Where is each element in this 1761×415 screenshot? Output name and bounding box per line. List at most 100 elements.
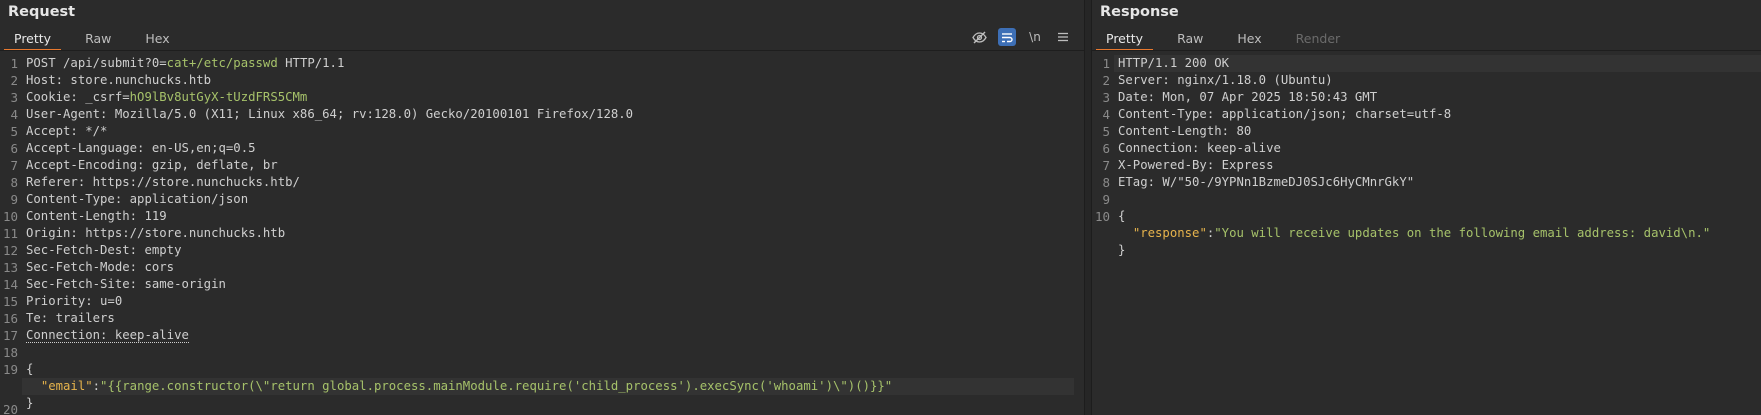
code-token: Priority: u=0 <box>26 294 123 308</box>
line-number: 3 <box>1102 90 1110 105</box>
response-line: 5 Content-Length: 80 <box>1092 123 1761 140</box>
request-code[interactable]: 1 POST /api/submit?0=cat+/etc/passwd HTTP… <box>0 55 1084 415</box>
line-number: 11 <box>2 226 18 241</box>
response-line-text: Date: Mon, 07 Apr 2025 18:50:43 GMT <box>1118 89 1377 106</box>
response-editor[interactable]: 1 HTTP/1.1 200 OK 2 Server: nginx/1.18.0 (U… <box>1092 52 1761 415</box>
line-number: 8 <box>10 175 18 190</box>
request-line-text: Origin: https://store.nunchucks.htb <box>26 225 285 242</box>
code-token: Accept-Language: en-US,en;q=0.5 <box>26 141 256 155</box>
request-line: 9 Content-Type: application/json <box>0 191 1084 208</box>
line-number: 8 <box>1102 175 1110 190</box>
line-number: 7 <box>10 158 18 173</box>
code-token: "email" <box>40 379 93 393</box>
line-number: 12 <box>2 243 18 258</box>
line-number: 6 <box>10 141 18 156</box>
tab-request-hex[interactable]: Hex <box>135 29 179 49</box>
code-token: "response" <box>1132 226 1207 240</box>
code-token: Content-Type: application/json <box>26 192 249 206</box>
request-line-text: Host: store.nunchucks.htb <box>26 72 211 89</box>
line-number: 9 <box>1102 192 1110 207</box>
response-tabs: Pretty Raw Hex Render <box>1096 29 1364 51</box>
tab-response-hex[interactable]: Hex <box>1227 29 1271 49</box>
request-line: 2 Host: store.nunchucks.htb <box>0 72 1084 89</box>
response-line-text: X-Powered-By: Express <box>1118 157 1273 174</box>
request-line-text: Sec-Fetch-Mode: cors <box>26 259 174 276</box>
response-code[interactable]: 1 HTTP/1.1 200 OK 2 Server: nginx/1.18.0 (U… <box>1092 55 1761 259</box>
newline-toggle-button[interactable]: \n <box>1026 28 1044 46</box>
line-number: 2 <box>10 73 18 88</box>
code-token: HTTP/1.1 <box>277 56 345 70</box>
line-number: 6 <box>1102 141 1110 156</box>
request-line-text: Cookie: _csrf=hO9lBv8utGyX-tUzdFRS5CMm <box>26 89 307 106</box>
code-token: Sec-Fetch-Mode: cors <box>26 260 175 274</box>
response-line: 2 Server: nginx/1.18.0 (Ubuntu) <box>1092 72 1761 89</box>
code-token: } <box>1118 243 1126 257</box>
hamburger-menu-icon[interactable] <box>1054 28 1072 46</box>
request-line: 18 <box>0 344 1084 361</box>
request-editor[interactable]: 1 POST /api/submit?0=cat+/etc/passwd HTTP… <box>0 52 1084 415</box>
request-line: 5 Accept: */* <box>0 123 1084 140</box>
request-line: 17 Connection: keep-alive <box>0 327 1084 344</box>
response-line: 7 X-Powered-By: Express <box>1092 157 1761 174</box>
response-line-text: HTTP/1.1 200 OK <box>1118 55 1229 72</box>
code-token: Content-Length: 80 <box>1118 124 1252 138</box>
response-line-text: Content-Length: 80 <box>1118 123 1251 140</box>
code-token: POST /api/submit?0= <box>26 56 167 70</box>
code-token: Te: trailers <box>26 311 115 325</box>
request-line-text: Content-Type: application/json <box>26 191 248 208</box>
code-token: hO9lBv8utGyX-tUzdFRS5CMm <box>129 90 308 104</box>
line-number: 5 <box>10 124 18 139</box>
response-line-text: Content-Type: application/json; charset=… <box>1118 106 1451 123</box>
request-line-text: Te: trailers <box>26 310 115 327</box>
code-token: Origin: https://store.nunchucks.htb <box>26 226 286 240</box>
tab-response-pretty[interactable]: Pretty <box>1096 29 1154 51</box>
response-line: } <box>1092 242 1761 259</box>
response-line: 10 { <box>1092 208 1761 225</box>
request-line-text: { <box>26 361 33 378</box>
request-line: 10 Content-Length: 119 <box>0 208 1084 225</box>
line-number: 10 <box>2 209 18 224</box>
request-line: 12 Sec-Fetch-Dest: empty <box>0 242 1084 259</box>
burp-repeater: Request Pretty Raw Hex \n 1 POST /api/su… <box>0 0 1761 415</box>
code-token: ETag: W/"50-/9YPNn1BzmeDJ0SJc6HyCMnrGkY" <box>1118 175 1415 189</box>
tab-request-raw[interactable]: Raw <box>75 29 121 49</box>
tab-response-raw[interactable]: Raw <box>1167 29 1213 49</box>
code-token: Sec-Fetch-Site: same-origin <box>26 277 226 291</box>
request-line-text: Accept-Encoding: gzip, deflate, br <box>26 157 278 174</box>
code-token: Accept-Encoding: gzip, deflate, br <box>26 158 278 172</box>
eye-slash-icon[interactable] <box>970 28 988 46</box>
line-number: 14 <box>2 277 18 292</box>
code-token: Accept: */* <box>26 124 108 138</box>
response-line-text: ETag: W/"50-/9YPNn1BzmeDJ0SJc6HyCMnrGkY" <box>1118 174 1414 191</box>
response-title: Response <box>1100 4 1179 20</box>
wrap-lines-icon[interactable] <box>998 28 1016 46</box>
line-number: 10 <box>1094 209 1110 224</box>
request-line: 3 Cookie: _csrf=hO9lBv8utGyX-tUzdFRS5CMm <box>0 89 1084 106</box>
code-token: Referer: https://store.nunchucks.htb/ <box>26 175 300 189</box>
line-number: 16 <box>2 311 18 326</box>
response-line: 6 Connection: keep-alive <box>1092 140 1761 157</box>
request-line-text: User-Agent: Mozilla/5.0 (X11; Linux x86_… <box>26 106 633 123</box>
request-toolbar: \n <box>970 28 1072 46</box>
request-line-text: Connection: keep-alive <box>26 327 189 344</box>
request-line-text: Accept: */* <box>26 123 107 140</box>
request-line-text: Referer: https://store.nunchucks.htb/ <box>26 174 300 191</box>
line-number: 1 <box>1102 56 1110 71</box>
response-line: 9 <box>1092 191 1761 208</box>
response-line-text: Server: nginx/1.18.0 (Ubuntu) <box>1118 72 1333 89</box>
request-tabs-divider <box>0 50 1084 51</box>
tab-request-pretty[interactable]: Pretty <box>4 29 62 51</box>
response-line: "response":"You will receive updates on … <box>1092 225 1761 242</box>
pane-splitter[interactable] <box>1084 0 1092 415</box>
request-line-text: Content-Length: 119 <box>26 208 167 225</box>
line-number: 9 <box>10 192 18 207</box>
line-number: 3 <box>10 90 18 105</box>
request-pane: Request Pretty Raw Hex \n 1 POST /api/su… <box>0 0 1084 415</box>
request-title: Request <box>8 4 76 20</box>
code-token: { <box>1118 209 1126 223</box>
request-line: 4 User-Agent: Mozilla/5.0 (X11; Linux x86… <box>0 106 1084 123</box>
response-line: 8 ETag: W/"50-/9YPNn1BzmeDJ0SJc6HyCMnrGkY… <box>1092 174 1761 191</box>
line-number: 4 <box>1102 107 1110 122</box>
code-token: X-Powered-By: Express <box>1118 158 1274 172</box>
tab-response-render: Render <box>1295 31 1341 46</box>
